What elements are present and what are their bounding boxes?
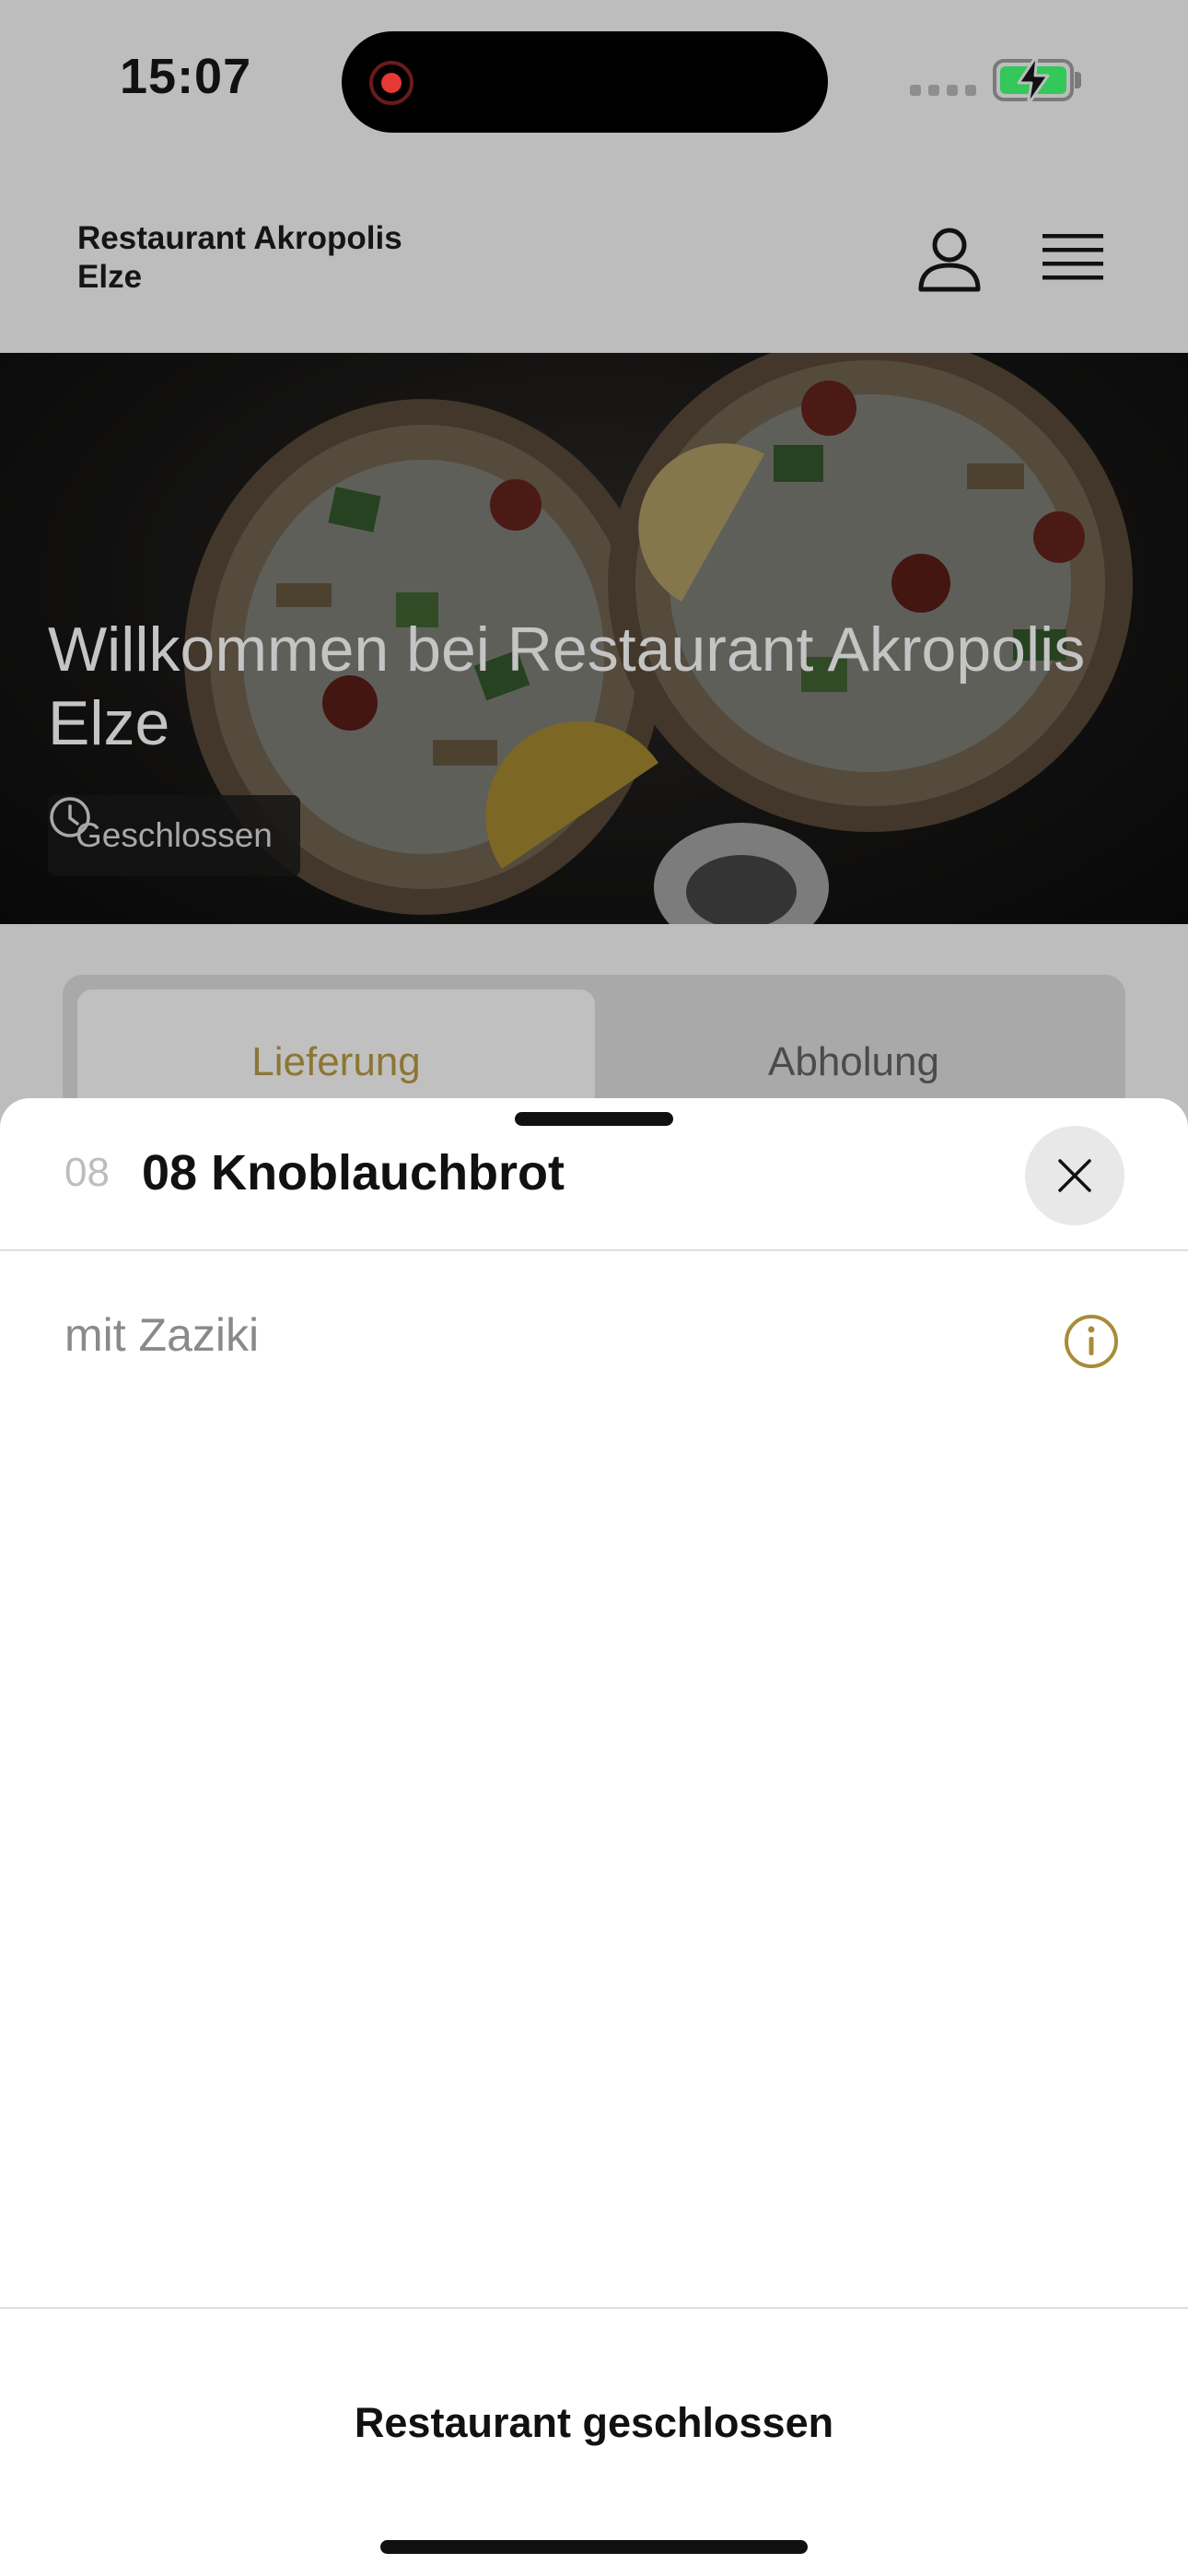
hero-banner: Willkommen bei Restaurant Akropolis Elze… (0, 353, 1188, 924)
opening-status-badge[interactable]: Geschlossen (48, 795, 300, 876)
close-button[interactable] (1025, 1126, 1124, 1225)
sheet-header: 08 08 Knoblauchbrot (0, 1098, 1188, 1251)
item-description: mit Zaziki (64, 1309, 260, 1361)
close-icon (1058, 1159, 1091, 1192)
charging-bolt-icon (1017, 53, 1050, 107)
status-bar: 15:07 (0, 0, 1188, 166)
status-label: Geschlossen (76, 816, 273, 854)
item-title: 08 Knoblauchbrot (142, 1145, 565, 1200)
restaurant-closed-label: Restaurant geschlossen (354, 2399, 834, 2446)
sheet-footer: Restaurant geschlossen (0, 2307, 1188, 2576)
brand-line-1: Restaurant Akropolis (77, 220, 402, 256)
recording-icon (369, 61, 413, 105)
app-header: Restaurant Akropolis Elze (0, 166, 1188, 353)
order-type-tabs: Lieferung Abholung (63, 975, 1125, 1118)
clock-icon (50, 797, 90, 837)
dynamic-island (342, 31, 828, 133)
hero-title: Willkommen bei Restaurant Akropolis Elze (48, 615, 1086, 758)
info-icon[interactable] (1063, 1313, 1120, 1370)
brand-line-2: Elze (77, 259, 143, 295)
signal-icon (910, 85, 976, 96)
sheet-grabber[interactable] (515, 1112, 673, 1126)
item-number: 08 (64, 1150, 110, 1195)
hamburger-menu-icon[interactable] (1042, 232, 1103, 284)
battery-cap (1075, 72, 1081, 88)
restaurant-name[interactable]: Restaurant Akropolis Elze (77, 219, 464, 297)
user-icon[interactable] (917, 227, 982, 293)
status-time: 15:07 (120, 49, 252, 104)
item-detail-sheet: 08 08 Knoblauchbrot mit Zaziki Restauran… (0, 1098, 1188, 2576)
home-indicator[interactable] (380, 2540, 808, 2554)
